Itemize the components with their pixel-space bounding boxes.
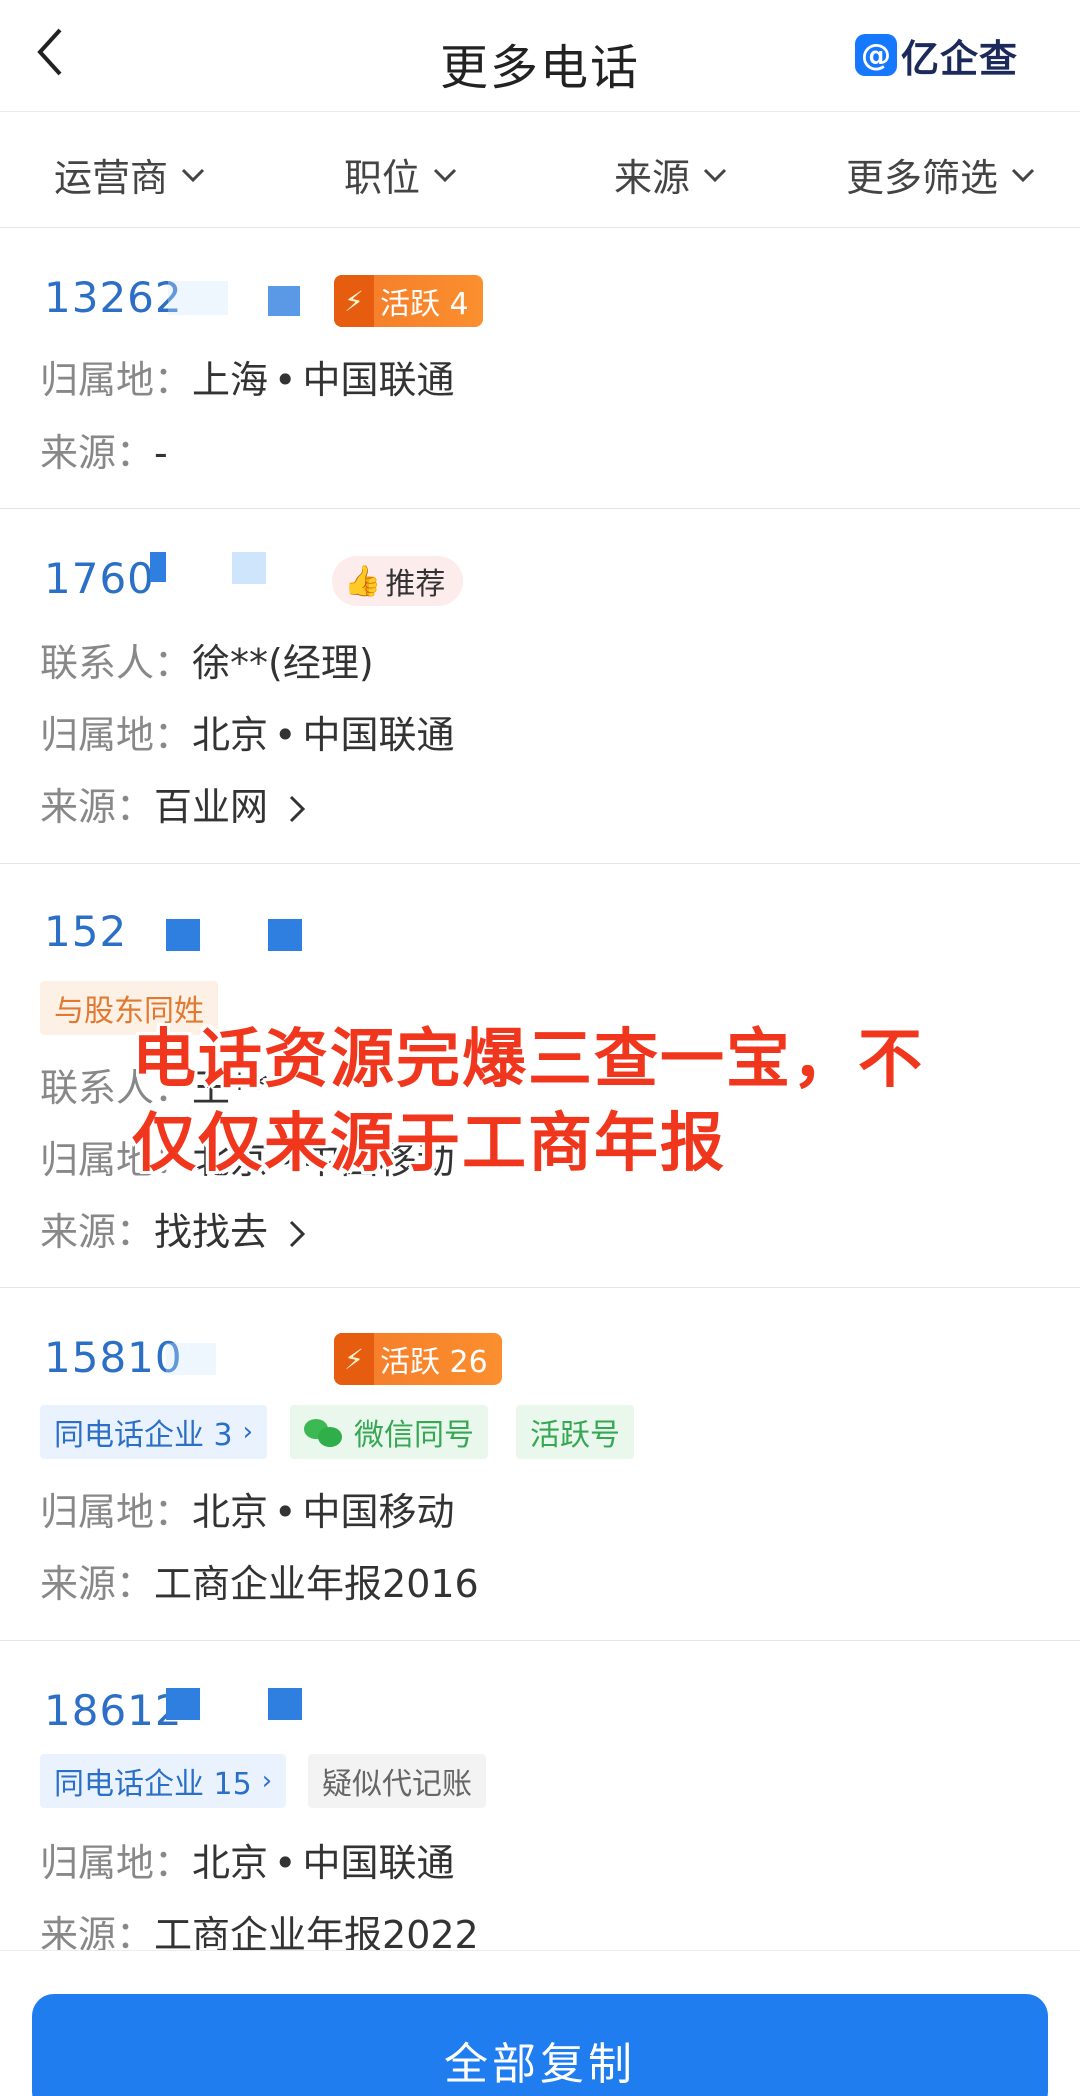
masked-digits bbox=[232, 552, 266, 584]
carrier-value: 中国移动 bbox=[302, 1490, 455, 1534]
carrier-value: 中国联通 bbox=[302, 358, 455, 402]
active-badge: ⚡ 活跃 26 bbox=[334, 1333, 502, 1385]
source-value: - bbox=[154, 431, 168, 475]
source-label: 来源： bbox=[40, 1562, 155, 1606]
badge-label: 活跃 4 bbox=[380, 287, 469, 322]
separator-dot: • bbox=[274, 713, 297, 757]
carrier-value: 中国联通 bbox=[302, 713, 455, 757]
filter-label: 来源 bbox=[614, 156, 691, 200]
promo-overlay-text: 电话资源完爆三查一宝，不仅仅来源于工商年报 bbox=[132, 1023, 924, 1181]
source-label: 来源： bbox=[40, 431, 155, 475]
contact-row: 联系人：徐**(经理) bbox=[40, 632, 374, 687]
contact-value: 徐**(经理) bbox=[192, 641, 374, 685]
filter-position[interactable]: 职位 bbox=[344, 147, 460, 202]
chevron-right-icon: › bbox=[261, 1766, 273, 1796]
filter-carrier[interactable]: 运营商 bbox=[54, 147, 208, 202]
thumbs-up-icon: 👍 bbox=[344, 563, 382, 599]
filter-label: 更多筛选 bbox=[846, 156, 999, 200]
phone-entry[interactable]: 1760 👍 推荐 联系人：徐**(经理) 归属地：北京 • 中国联通 来源：百业网 bbox=[0, 510, 1080, 864]
region-label: 归属地： bbox=[40, 358, 193, 402]
source-value[interactable]: 找找去 bbox=[154, 1210, 268, 1254]
copy-all-button[interactable]: 全部复制 bbox=[32, 1994, 1048, 2096]
phone-number[interactable]: 152 bbox=[44, 907, 127, 956]
lightning-icon: ⚡ bbox=[334, 275, 374, 327]
region-row: 归属地：北京 • 中国联通 bbox=[40, 1832, 454, 1887]
separator-dot: • bbox=[274, 358, 297, 402]
region-row: 归属地：上海 • 中国联通 bbox=[40, 349, 454, 404]
chevron-down-icon bbox=[1011, 168, 1035, 182]
chevron-down-icon bbox=[433, 168, 457, 182]
top-bar: 更多电话 @ 亿企查 bbox=[0, 0, 1080, 112]
tag-wechat: 微信同号 bbox=[290, 1405, 488, 1459]
tag-same-phone-companies[interactable]: 同电话企业 15 › bbox=[40, 1754, 287, 1808]
brand-name: 亿企查 bbox=[900, 36, 1018, 81]
separator-dot: • bbox=[274, 1490, 297, 1534]
source-row: 来源：工商企业年报2016 bbox=[40, 1553, 479, 1608]
masked-digits bbox=[166, 1343, 216, 1375]
masked-digits bbox=[168, 281, 228, 315]
region-value: 上海 bbox=[192, 358, 269, 402]
source-row[interactable]: 来源：找找去 bbox=[40, 1201, 308, 1256]
source-value[interactable]: 百业网 bbox=[154, 785, 268, 829]
separator-dot: • bbox=[274, 1841, 297, 1885]
phone-entry[interactable]: 15810 ⚡ 活跃 26 同电话企业 3 › 微信同号 活跃号 归属地：北京 • 中… bbox=[0, 1289, 1080, 1641]
tag-suspected-bookkeeping: 疑似代记账 bbox=[308, 1754, 486, 1808]
masked-digits bbox=[268, 1688, 302, 1720]
tag-label: 同电话企业 15 bbox=[54, 1767, 252, 1802]
chevron-down-icon bbox=[181, 168, 205, 182]
masked-digits bbox=[268, 286, 300, 316]
region-value: 北京 bbox=[192, 713, 269, 757]
wechat-icon bbox=[304, 1417, 344, 1447]
brand-logo: @ 亿企查 bbox=[854, 32, 1018, 81]
badge-label: 推荐 bbox=[385, 567, 446, 602]
masked-digits bbox=[268, 919, 302, 951]
source-label: 来源： bbox=[40, 785, 155, 829]
phone-entry[interactable]: 18612 同电话企业 15 › 疑似代记账 归属地：北京 • 中国联通 来源：工商企… bbox=[0, 1642, 1080, 1962]
source-row: 来源：- bbox=[40, 422, 168, 477]
filter-label: 职位 bbox=[344, 156, 421, 200]
region-value: 北京 bbox=[192, 1490, 269, 1534]
region-label: 归属地： bbox=[40, 1841, 193, 1885]
tag-label: 微信同号 bbox=[354, 1418, 474, 1453]
phone-number[interactable]: 1760 bbox=[44, 554, 155, 603]
masked-digits bbox=[166, 1688, 200, 1720]
chevron-down-icon bbox=[703, 168, 727, 182]
recommend-badge: 👍 推荐 bbox=[332, 556, 464, 606]
source-label: 来源： bbox=[40, 1210, 155, 1254]
at-icon: @ bbox=[854, 34, 897, 76]
phone-entry[interactable]: 13262 ⚡ 活跃 4 归属地：上海 • 中国联通 来源：- bbox=[0, 229, 1080, 509]
tag-active-number: 活跃号 bbox=[516, 1405, 634, 1459]
region-label: 归属地： bbox=[40, 1490, 193, 1534]
phone-number[interactable]: 15810 bbox=[44, 1333, 183, 1382]
region-label: 归属地： bbox=[40, 713, 193, 757]
masked-digits bbox=[150, 552, 166, 582]
active-badge: ⚡ 活跃 4 bbox=[334, 275, 483, 327]
source-row[interactable]: 来源：百业网 bbox=[40, 776, 308, 831]
carrier-value: 中国联通 bbox=[302, 1841, 455, 1885]
region-value: 北京 bbox=[192, 1841, 269, 1885]
region-row: 归属地：北京 • 中国联通 bbox=[40, 704, 454, 759]
tag-label: 同电话企业 3 bbox=[54, 1418, 233, 1453]
filter-source[interactable]: 来源 bbox=[614, 147, 730, 202]
badge-label: 活跃 26 bbox=[380, 1345, 488, 1380]
filter-label: 运营商 bbox=[54, 156, 169, 200]
lightning-icon: ⚡ bbox=[334, 1333, 374, 1385]
masked-digits bbox=[166, 919, 200, 951]
chevron-right-icon: › bbox=[242, 1417, 254, 1447]
chevron-right-icon bbox=[290, 1220, 306, 1248]
contact-label: 联系人： bbox=[40, 641, 193, 685]
filter-more[interactable]: 更多筛选 bbox=[846, 147, 1038, 202]
region-row: 归属地：北京 • 中国移动 bbox=[40, 1481, 454, 1536]
tag-same-phone-companies[interactable]: 同电话企业 3 › bbox=[40, 1405, 268, 1459]
filter-bar: 运营商 职位 来源 更多筛选 bbox=[0, 113, 1080, 228]
source-value: 工商企业年报2016 bbox=[154, 1562, 479, 1606]
phone-number[interactable]: 18612 bbox=[44, 1686, 183, 1735]
phone-number[interactable]: 13262 bbox=[44, 273, 183, 322]
chevron-right-icon bbox=[290, 795, 306, 823]
